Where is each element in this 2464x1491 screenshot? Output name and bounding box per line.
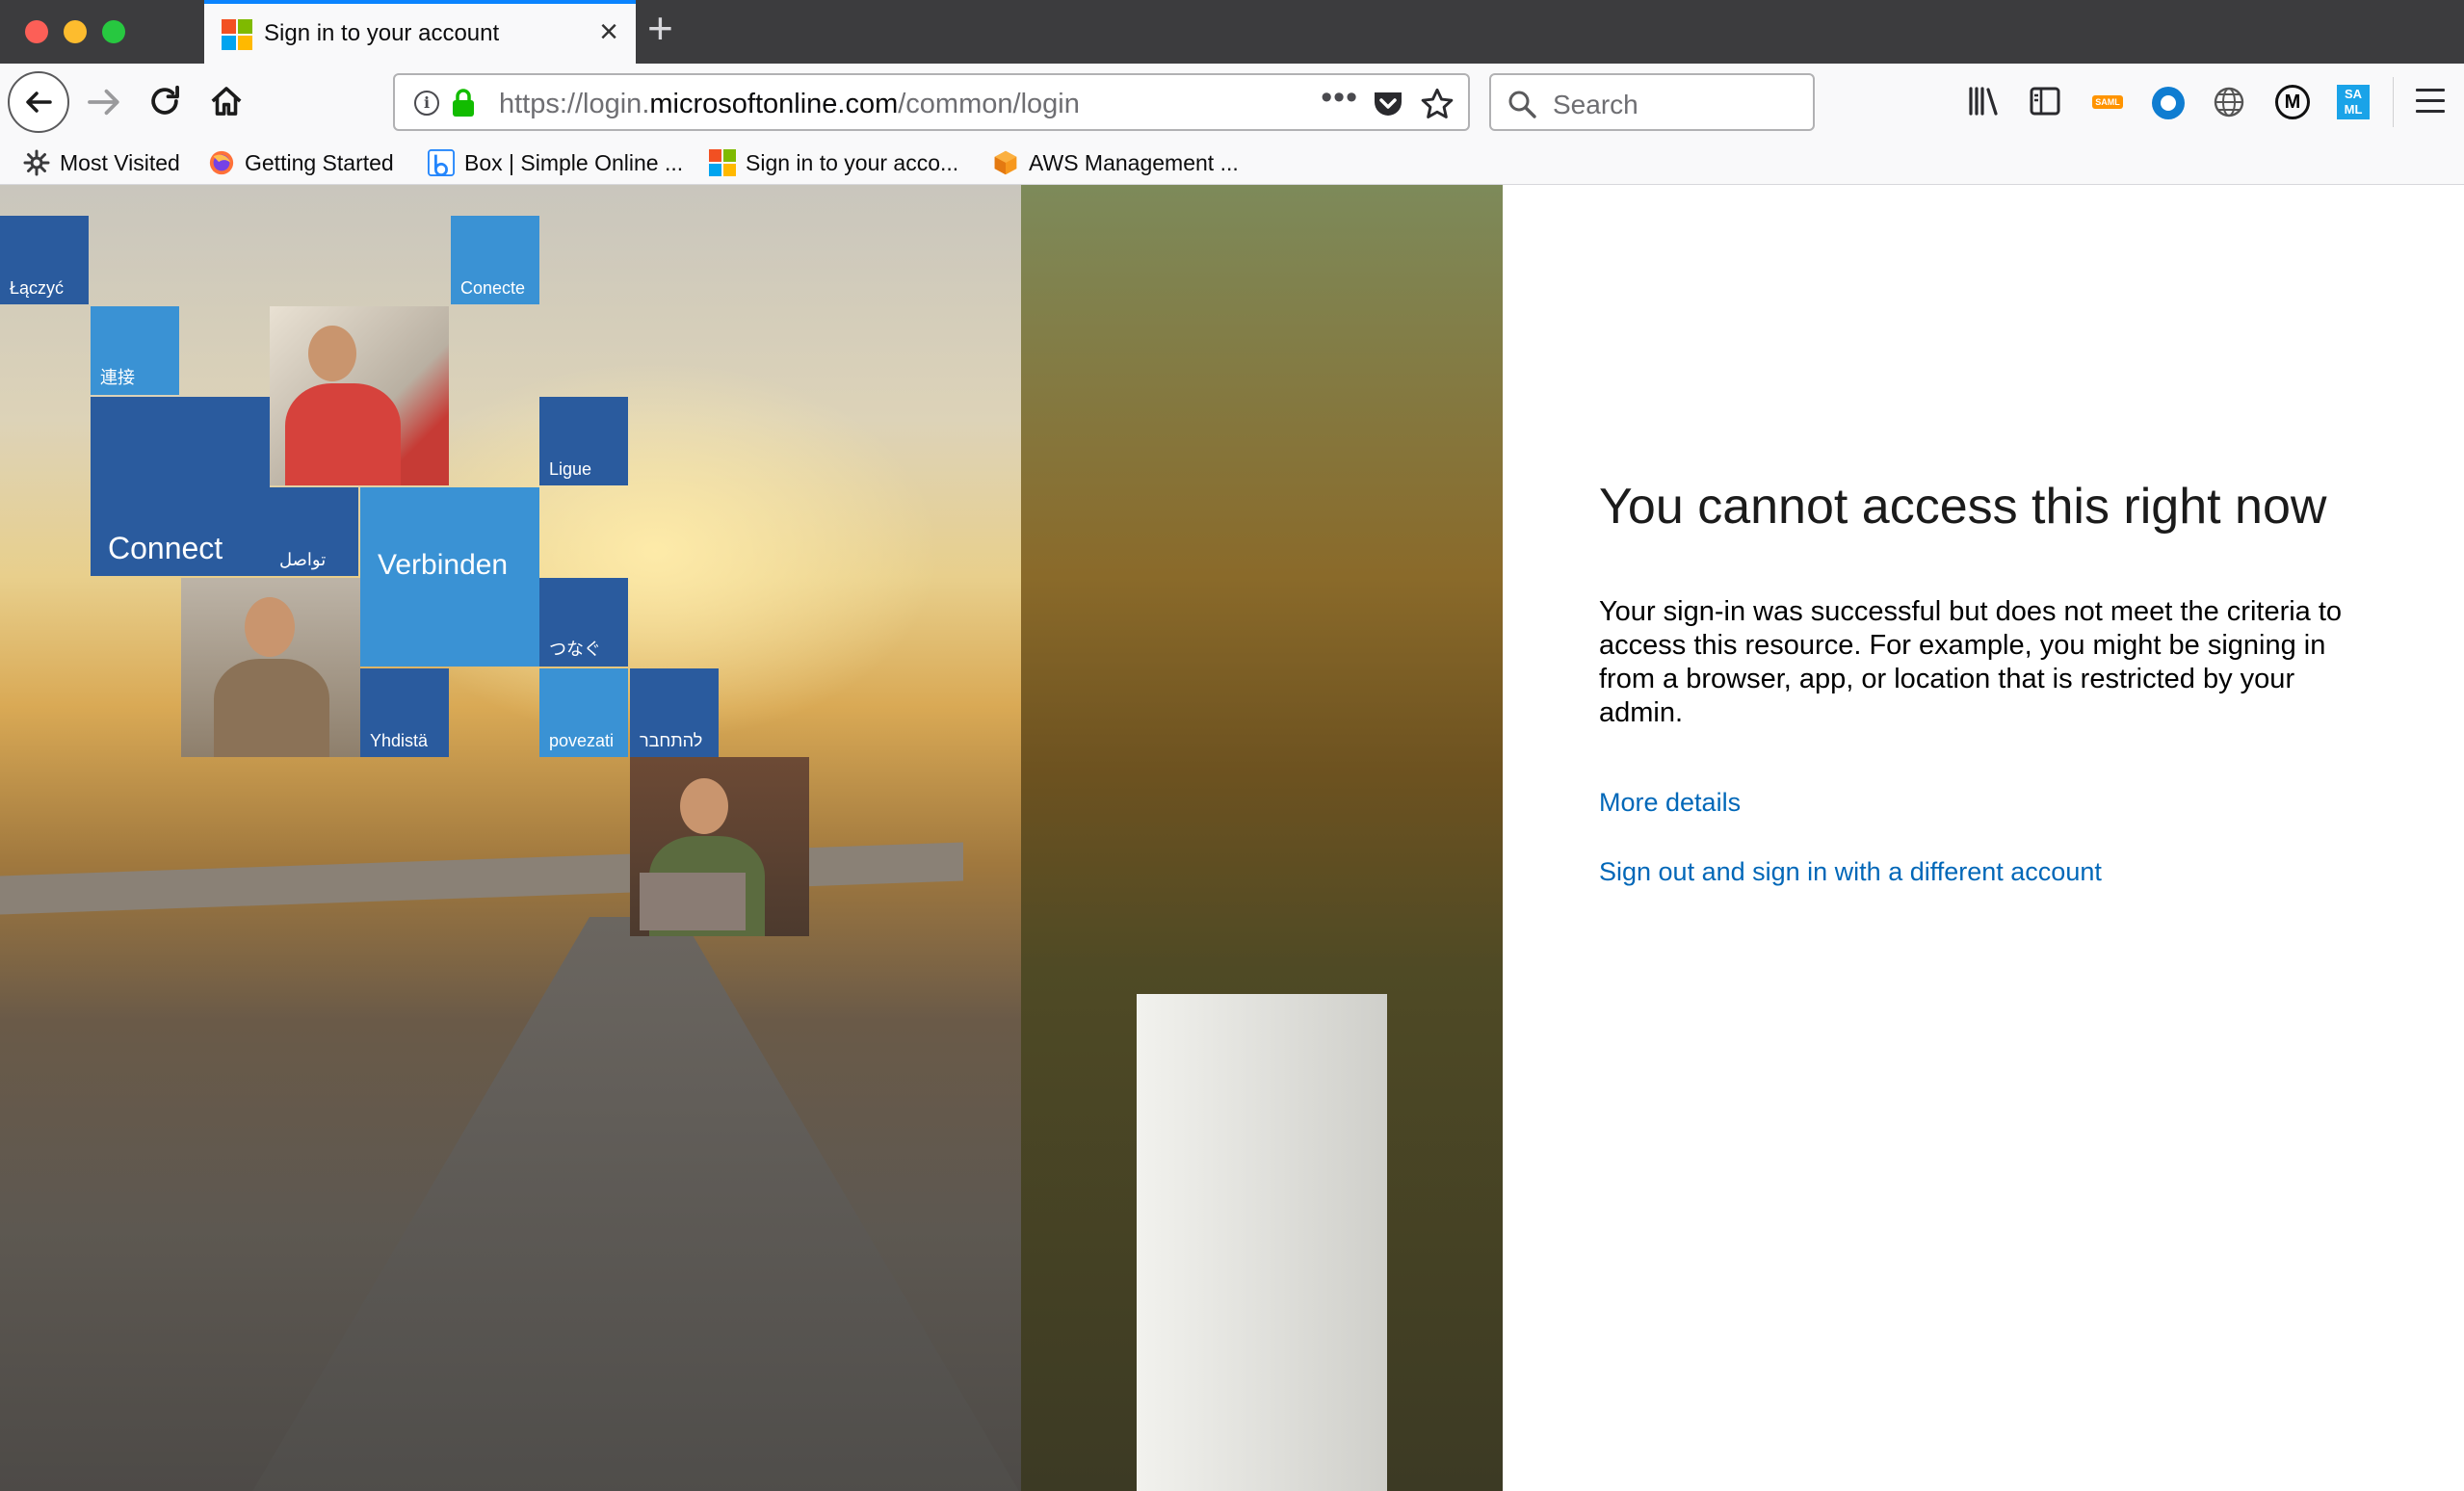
person-head	[245, 597, 295, 657]
tile-arabic: تواصل	[270, 487, 358, 576]
microsoft-icon	[222, 19, 252, 50]
tab-title: Sign in to your account	[264, 20, 500, 46]
firefox-icon	[209, 150, 234, 175]
extension-circle-icon[interactable]	[2152, 87, 2185, 119]
error-message: Your sign-in was successful but does not…	[1599, 596, 2343, 728]
tab-active[interactable]: Sign in to your account ×	[204, 0, 636, 64]
sign-out-link[interactable]: Sign out and sign in with a different ac…	[1599, 857, 2102, 887]
person-head	[308, 326, 356, 381]
page-actions-icon[interactable]: •••	[1321, 79, 1358, 117]
arrow-left-icon	[26, 92, 52, 113]
tab-strip: Sign in to your account × +	[0, 0, 2464, 64]
more-details-link[interactable]: More details	[1599, 788, 1741, 818]
saml-tracer-icon[interactable]: SAML	[2092, 95, 2123, 109]
tile-japanese: つなぐ	[539, 578, 628, 667]
m-extension-icon[interactable]: M	[2275, 85, 2310, 119]
aws-icon	[994, 150, 1017, 175]
person-body	[214, 659, 329, 757]
close-tab-icon[interactable]: ×	[599, 15, 618, 48]
url-text[interactable]: https://login.microsoftonline.com/common…	[499, 89, 1080, 120]
box-icon	[428, 149, 455, 176]
highway	[250, 917, 1021, 1491]
person-body	[285, 383, 401, 485]
photo-man-laptop	[630, 757, 809, 936]
navigation-toolbar: i https://login.microsoftonline.com/comm…	[0, 64, 2464, 141]
bookmarks-bar: Most Visited Getting Started Box | Simpl…	[0, 141, 2464, 185]
tile-connect: Connect	[91, 397, 270, 576]
new-tab-button[interactable]: +	[647, 6, 673, 50]
tile-chinese: 連接	[91, 306, 179, 395]
bookmark-box[interactable]: Box | Simple Online ...	[428, 146, 683, 179]
saml-extension-icon[interactable]: SA ML	[2337, 85, 2370, 119]
photo-woman-coffee	[270, 306, 449, 485]
url-bar[interactable]: i https://login.microsoftonline.com/comm…	[393, 73, 1470, 131]
person-head	[680, 778, 728, 834]
gear-icon	[23, 149, 50, 176]
tile-yhdista: Yhdistä	[360, 668, 449, 757]
reload-button[interactable]	[146, 83, 183, 119]
microsoft-icon	[709, 149, 736, 176]
laptop	[640, 873, 746, 930]
tile-ligue: Ligue	[539, 397, 628, 485]
close-window-button[interactable]	[25, 20, 48, 43]
home-button[interactable]	[208, 83, 245, 119]
search-bar[interactable]: Search	[1489, 73, 1815, 131]
tile-povezati: povezati	[539, 668, 628, 757]
search-input[interactable]: Search	[1553, 90, 1638, 120]
tile-conecte: Conecte	[451, 216, 539, 304]
zoom-window-button[interactable]	[102, 20, 125, 43]
menu-icon[interactable]	[2416, 89, 2445, 120]
globe-icon[interactable]	[2212, 85, 2246, 119]
bookmark-most-visited[interactable]: Most Visited	[23, 146, 180, 179]
bookmark-getting-started[interactable]: Getting Started	[208, 146, 394, 179]
search-icon	[1508, 91, 1536, 118]
forward-button[interactable]	[85, 83, 123, 121]
back-button[interactable]	[8, 71, 69, 133]
photo-man-phone	[181, 578, 360, 757]
tile-verbinden: Verbinden	[360, 487, 539, 667]
concrete-wall	[1137, 994, 1387, 1491]
tile-hebrew: להתחבר	[630, 668, 719, 757]
toolbar-separator	[2393, 77, 2394, 127]
overpass	[0, 842, 963, 915]
page-title: You cannot access this right now	[1599, 479, 2327, 535]
bookmark-sign-in[interactable]: Sign in to your acco...	[709, 146, 958, 179]
library-icon[interactable]	[1967, 85, 2002, 118]
sign-in-panel: You cannot access this right now Your si…	[1503, 185, 2464, 1491]
bookmark-aws[interactable]: AWS Management ...	[992, 146, 1239, 179]
background-illustration: Łączyć Conecte 連接 Ligue Connect تواصل Ve…	[0, 185, 1503, 1491]
minimize-window-button[interactable]	[64, 20, 87, 43]
tile-laczyc: Łączyć	[0, 216, 89, 304]
pocket-icon[interactable]	[1372, 89, 1404, 119]
info-icon[interactable]: i	[414, 91, 439, 116]
sidebar-icon[interactable]	[2029, 85, 2061, 118]
lock-icon[interactable]	[451, 89, 476, 118]
bookmark-star-icon[interactable]	[1420, 87, 1455, 121]
